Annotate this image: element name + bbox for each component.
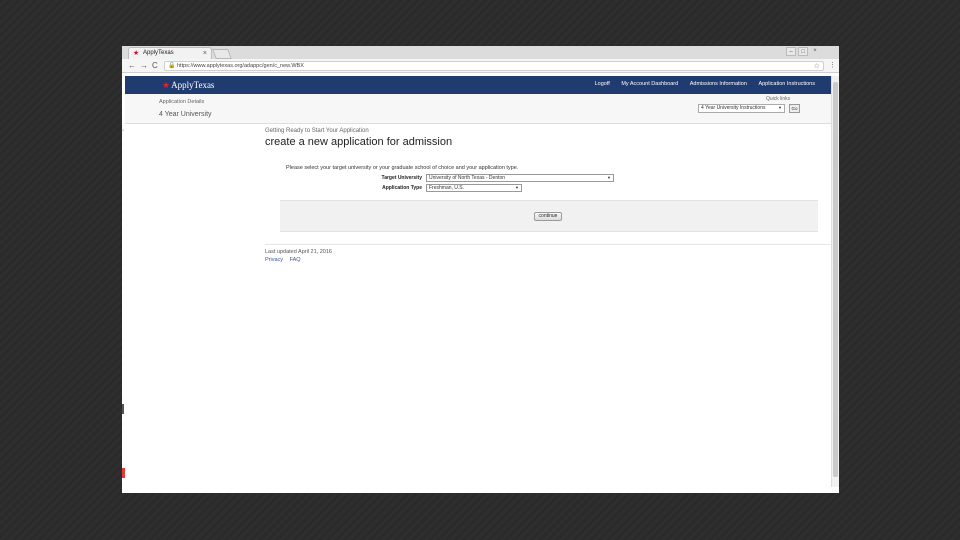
forward-arrow-icon[interactable]: →: [140, 60, 148, 71]
tab-title: ApplyTexas: [143, 50, 174, 56]
lock-icon: 🔒: [168, 63, 176, 69]
faq-link[interactable]: FAQ: [290, 257, 301, 263]
application-type-select[interactable]: Freshman, U.S. ▼: [426, 184, 522, 192]
close-tab-icon[interactable]: ×: [203, 49, 207, 58]
edge-marker-dark: [122, 404, 124, 414]
scrollbar-thumb[interactable]: [833, 82, 838, 477]
reload-icon[interactable]: C: [152, 60, 158, 71]
quick-links-select[interactable]: 4 Year University Instructions ▼: [698, 104, 785, 113]
edge-marker-red: [122, 468, 125, 478]
target-university-label: Target University: [381, 175, 422, 181]
tab-strip: ★ ApplyTexas × – □ ×: [122, 46, 839, 59]
browser-window: ★ ApplyTexas × – □ × ← → C 🔒 https://www…: [122, 46, 839, 493]
vertical-scrollbar[interactable]: [831, 76, 839, 487]
star-favicon-icon: ★: [133, 50, 140, 57]
footer-divider: [265, 244, 831, 245]
browser-tab[interactable]: ★ ApplyTexas ×: [128, 47, 212, 59]
breadcrumb: Application Details: [159, 99, 205, 105]
go-button[interactable]: Go: [789, 104, 800, 113]
maximize-button[interactable]: □: [798, 47, 808, 56]
instruction-text: Please select your target university or …: [286, 165, 519, 171]
star-icon: ★: [162, 80, 171, 90]
address-bar[interactable]: 🔒 https://www.applytexas.org/adappc/gen/…: [164, 61, 824, 71]
close-window-button[interactable]: ×: [810, 47, 820, 56]
minimize-button[interactable]: –: [786, 47, 796, 56]
target-university-value: University of North Texas - Denton: [429, 175, 506, 181]
quick-links-value: 4 Year University Instructions: [701, 105, 766, 111]
browser-menu-icon[interactable]: ⋮: [829, 60, 836, 71]
target-university-select[interactable]: University of North Texas - Denton ▼: [426, 174, 614, 182]
application-subbar: Application Details 4 Year University Qu…: [125, 94, 831, 124]
footer-links: Privacy FAQ: [265, 257, 306, 263]
bookmark-star-icon[interactable]: ☆: [814, 62, 820, 71]
application-type-value: Freshman, U.S.: [429, 185, 465, 191]
site-header: ★ApplyTexas Logoff My Account Dashboard …: [125, 76, 831, 94]
applytexas-logo[interactable]: ★ApplyTexas: [162, 80, 214, 90]
back-arrow-icon[interactable]: ←: [128, 60, 136, 71]
dropdown-arrow-icon: ▼: [607, 175, 611, 180]
page-title: create a new application for admission: [265, 136, 453, 148]
url-text: https://www.applytexas.org/adappc/gen/c_…: [177, 63, 304, 69]
application-name: 4 Year University: [159, 111, 212, 118]
application-type-label: Application Type: [382, 185, 422, 191]
application-instructions-link[interactable]: Application Instructions: [758, 81, 815, 87]
dropdown-arrow-icon: ▼: [515, 185, 519, 190]
logo-text: ApplyTexas: [171, 80, 215, 90]
dropdown-arrow-icon: ▼: [778, 105, 782, 110]
left-edge-artifacts: ›: [122, 128, 125, 488]
continue-button[interactable]: continue: [534, 212, 562, 221]
account-dashboard-link[interactable]: My Account Dashboard: [621, 81, 678, 87]
header-nav: Logoff My Account Dashboard Admissions I…: [585, 81, 815, 88]
page-kicker: Getting Ready to Start Your Application: [265, 128, 369, 134]
logoff-link[interactable]: Logoff: [595, 81, 610, 87]
browser-toolbar: ← → C 🔒 https://www.applytexas.org/adapp…: [122, 59, 839, 73]
admissions-information-link[interactable]: Admissions Information: [690, 81, 747, 87]
quick-links-label: Quick links: [766, 96, 791, 102]
new-tab-button[interactable]: [212, 49, 232, 59]
privacy-link[interactable]: Privacy: [265, 257, 283, 263]
last-updated: Last updated April 21, 2016: [265, 249, 332, 255]
edge-marker: ›: [122, 128, 124, 134]
action-panel: continue: [280, 200, 818, 232]
